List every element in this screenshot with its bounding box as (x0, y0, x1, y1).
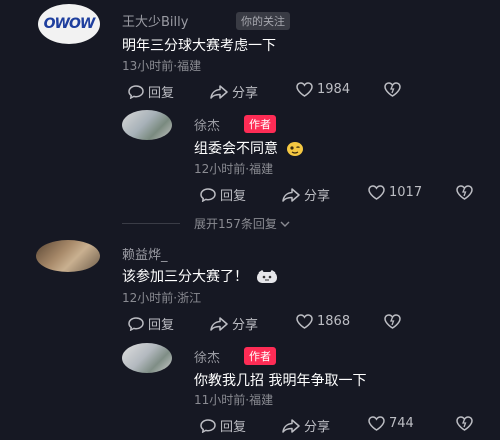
username[interactable]: 赖益烨_ (122, 244, 168, 263)
username[interactable]: 王大少Billy (122, 11, 188, 30)
share-arrow-icon (282, 187, 300, 202)
expand-replies-button[interactable]: 展开157条回复 (194, 215, 290, 232)
comment-meta: 13小时前·福建 (122, 59, 202, 73)
expand-replies-label: 展开157条回复 (194, 217, 277, 231)
author-badge: 作者 (244, 347, 276, 365)
comment-text[interactable]: 该参加三分大赛了！ (122, 266, 278, 286)
comment-icon (128, 84, 144, 99)
heart-icon (368, 416, 385, 431)
share-arrow-icon (210, 316, 228, 331)
share-arrow-icon (282, 418, 300, 433)
like-button[interactable]: 1984 (296, 82, 350, 97)
heart-icon (296, 314, 313, 329)
avatar[interactable] (122, 110, 172, 140)
comment-meta: 12小时前·福建 (194, 162, 274, 176)
comment-text[interactable]: 明年三分球大赛考虑一下 (122, 35, 276, 55)
share-button[interactable]: 分享 (282, 416, 330, 435)
share-label: 分享 (232, 86, 259, 101)
comment-icon (200, 418, 216, 433)
share-button[interactable]: 分享 (210, 82, 258, 101)
heart-icon (368, 185, 385, 200)
reply-label: 回复 (148, 86, 175, 101)
emoji-icon (257, 270, 278, 283)
share-label: 分享 (232, 318, 259, 333)
share-arrow-icon (210, 84, 228, 99)
broken-heart-icon (384, 82, 401, 97)
avatar[interactable] (122, 343, 172, 373)
reply-button[interactable]: 回复 (200, 185, 246, 204)
comment-meta: 12小时前·浙江 (122, 291, 202, 305)
like-count: 1017 (389, 185, 423, 200)
username[interactable]: 徐杰 (194, 115, 220, 134)
reply-button[interactable]: 回复 (128, 82, 174, 101)
reply-label: 回复 (220, 420, 247, 435)
username[interactable]: 徐杰 (194, 347, 220, 366)
chevron-down-icon (280, 221, 290, 227)
divider (122, 223, 180, 224)
avatar-logo-text: OWOW (43, 16, 96, 32)
comment-text-content: 该参加三分大赛了！ (122, 269, 248, 285)
reply-label: 回复 (220, 189, 247, 204)
broken-heart-icon (384, 314, 401, 329)
comment-text[interactable]: 组委会不同意 (194, 138, 304, 158)
dislike-button[interactable] (456, 416, 473, 431)
dislike-button[interactable] (384, 314, 401, 329)
follow-badge: 你的关注 (236, 12, 290, 30)
avatar[interactable] (36, 240, 100, 272)
reply-button[interactable]: 回复 (128, 314, 174, 333)
avatar[interactable]: OWOW (38, 4, 100, 44)
comment-icon (128, 316, 144, 331)
comment-meta: 11小时前·福建 (194, 393, 274, 407)
dislike-button[interactable] (384, 82, 401, 97)
reply-button[interactable]: 回复 (200, 416, 246, 435)
like-button[interactable]: 1868 (296, 314, 350, 329)
comment-text-content: 组委会不同意 (194, 141, 278, 157)
like-count: 1984 (317, 82, 351, 97)
share-button[interactable]: 分享 (282, 185, 330, 204)
dislike-button[interactable] (456, 185, 473, 200)
like-button[interactable]: 1017 (368, 185, 422, 200)
heart-icon (296, 82, 313, 97)
like-count: 744 (389, 416, 414, 431)
like-count: 1868 (317, 314, 351, 329)
author-badge: 作者 (244, 115, 276, 133)
comment-text[interactable]: 你教我几招 我明年争取一下 (194, 370, 366, 390)
broken-heart-icon (456, 416, 473, 431)
share-button[interactable]: 分享 (210, 314, 258, 333)
reply-label: 回复 (148, 318, 175, 333)
share-label: 分享 (304, 420, 331, 435)
comment-icon (200, 187, 216, 202)
emoji-icon (287, 142, 304, 156)
like-button[interactable]: 744 (368, 416, 414, 431)
broken-heart-icon (456, 185, 473, 200)
share-label: 分享 (304, 189, 331, 204)
